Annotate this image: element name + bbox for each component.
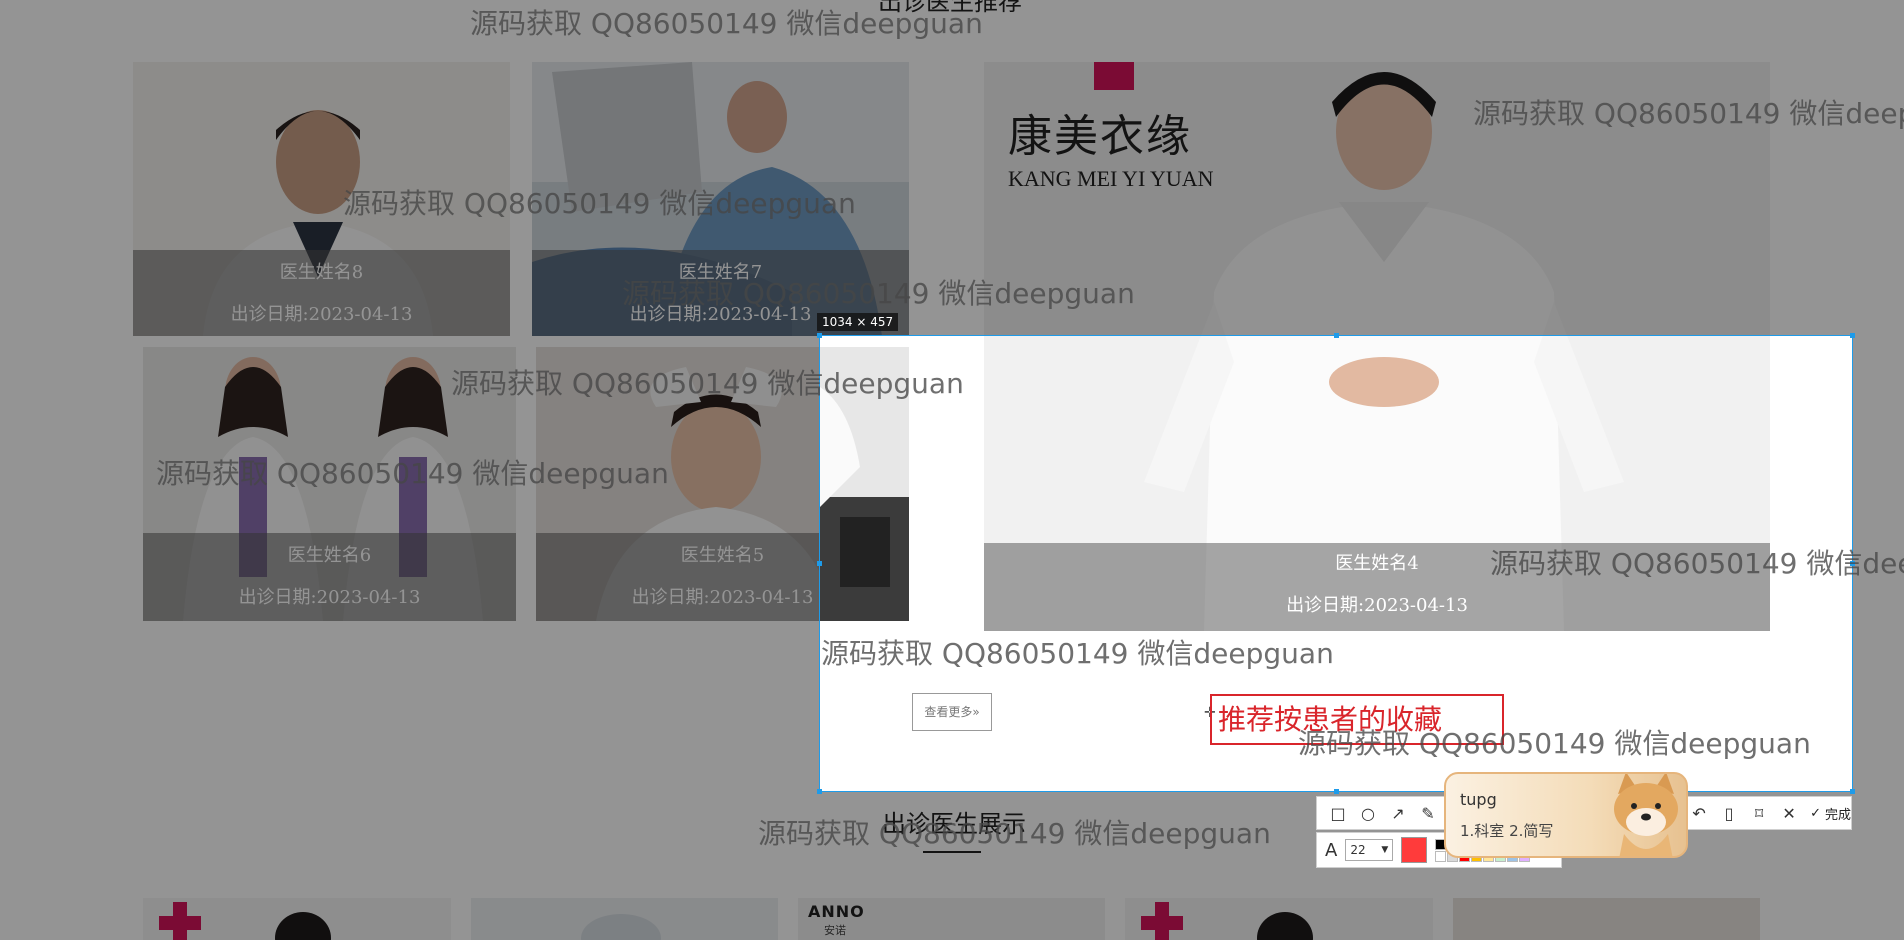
current-color-swatch[interactable] (1401, 837, 1428, 863)
ellipse-tool-icon[interactable]: ○ (1355, 800, 1381, 826)
capture-size-label: 1034 × 457 (817, 313, 899, 331)
dim-overlay-top (0, 0, 1904, 335)
resize-handle[interactable] (817, 789, 822, 794)
ime-candidates[interactable]: 1.科室 2.简写 (1460, 820, 1553, 841)
save-icon[interactable]: ▯ (1716, 800, 1742, 826)
undo-icon[interactable]: ↶ (1686, 800, 1712, 826)
resize-handle[interactable] (1334, 333, 1339, 338)
color-swatch[interactable] (1435, 850, 1447, 862)
resize-handle[interactable] (817, 333, 822, 338)
dim-overlay-right (1853, 335, 1904, 792)
resize-handle[interactable] (1850, 561, 1855, 566)
pen-tool-icon[interactable]: ✎ (1415, 800, 1441, 826)
font-size-select[interactable]: 22 (1345, 839, 1394, 861)
done-button[interactable]: ✓ 完成 (1810, 804, 1851, 823)
pin-icon[interactable]: ⌑ (1746, 800, 1772, 826)
resize-handle[interactable] (1850, 333, 1855, 338)
rectangle-tool-icon[interactable]: □ (1325, 800, 1351, 826)
font-size-icon: A (1325, 839, 1338, 861)
annotation-text-input[interactable]: 推荐按患者的收藏 (1210, 694, 1504, 745)
dim-overlay-left (0, 335, 819, 792)
ime-candidate-window: tupg 1.科室 2.简写 (1444, 772, 1688, 858)
check-icon: ✓ (1810, 805, 1821, 821)
resize-handle[interactable] (1334, 789, 1339, 794)
arrow-tool-icon[interactable]: ↗ (1385, 800, 1411, 826)
resize-handle[interactable] (817, 561, 822, 566)
resize-handle[interactable] (1850, 789, 1855, 794)
done-label: 完成 (1824, 807, 1851, 823)
shiba-dog-icon (1614, 774, 1678, 856)
ime-composition: tupg (1460, 790, 1497, 809)
cancel-icon[interactable]: ✕ (1776, 800, 1802, 826)
